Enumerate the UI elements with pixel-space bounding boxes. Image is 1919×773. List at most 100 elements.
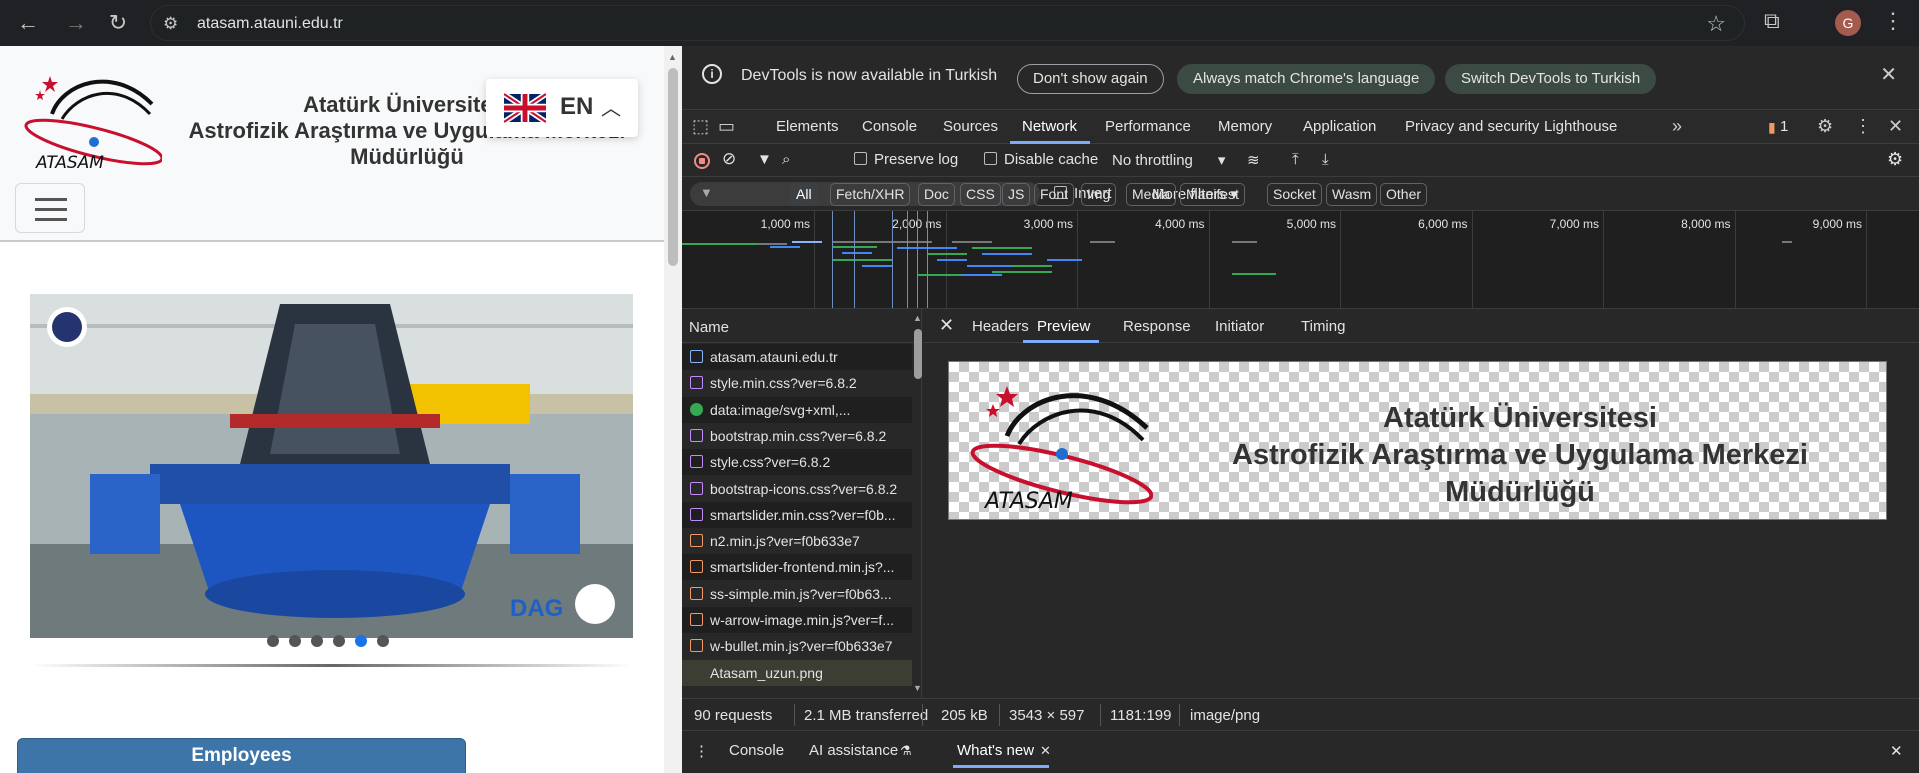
close-icon[interactable]: ✕ — [1880, 62, 1897, 87]
tab-application[interactable]: Application — [1303, 118, 1376, 135]
tab-headers[interactable]: Headers — [972, 318, 1029, 335]
slider-dot[interactable] — [333, 635, 345, 647]
tab-privacy-security[interactable]: Privacy and security — [1405, 118, 1539, 135]
filter-chip-fetchxhr[interactable]: Fetch/XHR — [830, 183, 911, 206]
filter-chip-socket[interactable]: Socket — [1267, 183, 1322, 206]
tab-initiator[interactable]: Initiator — [1215, 318, 1264, 335]
site-info-icon[interactable]: ⚙ — [163, 14, 178, 34]
always-match-language-button[interactable]: Always match Chrome's language — [1177, 64, 1436, 94]
request-row[interactable]: n2.min.js?ver=f0b633e7 — [682, 528, 912, 554]
chrome-menu-icon[interactable]: ⋮ — [1882, 8, 1904, 34]
request-row[interactable]: atasam.atauni.edu.tr — [682, 344, 912, 370]
tab-network[interactable]: Network — [1022, 118, 1077, 135]
address-bar[interactable]: ⚙ atasam.atauni.edu.tr ☆ — [150, 5, 1745, 41]
search-icon[interactable]: ⌕ — [782, 151, 790, 168]
slider-dots[interactable] — [267, 634, 399, 648]
filter-chip-other[interactable]: Other — [1380, 183, 1428, 206]
tab-response[interactable]: Response — [1123, 318, 1191, 335]
tab-sources[interactable]: Sources — [943, 118, 998, 135]
throttling-select[interactable]: No throttling ▾ — [1112, 151, 1225, 169]
url-text[interactable]: atasam.atauni.edu.tr — [197, 15, 343, 33]
tab-timing[interactable]: Timing — [1301, 318, 1345, 335]
export-har-icon[interactable]: ⤓ — [1322, 151, 1329, 168]
request-row[interactable]: w-arrow-image.min.js?ver=f... — [682, 607, 912, 633]
language-label[interactable]: EN — [560, 93, 593, 121]
scroll-thumb[interactable] — [668, 68, 678, 266]
settings-gear-icon[interactable]: ⚙ — [1817, 116, 1833, 137]
disable-cache-checkbox[interactable]: Disable cache — [984, 151, 1098, 168]
request-row[interactable]: Atasam_uzun.png — [682, 659, 912, 686]
network-settings-icon[interactable]: ⚙ — [1887, 149, 1903, 170]
filter-chip-all[interactable]: All — [790, 183, 818, 206]
tab-lighthouse[interactable]: Lighthouse — [1544, 118, 1617, 135]
issues-icon[interactable]: ▮ — [1768, 119, 1776, 136]
device-toolbar-icon[interactable]: ▭ — [718, 116, 735, 137]
request-row[interactable]: bootstrap-icons.css?ver=6.8.2 — [682, 476, 912, 502]
switch-to-turkish-button[interactable]: Switch DevTools to Turkish — [1445, 64, 1657, 94]
slider-dot[interactable] — [311, 635, 323, 647]
request-row[interactable]: ss-simple.min.js?ver=f0b63... — [682, 581, 912, 607]
filter-chip-doc[interactable]: Doc — [918, 183, 955, 206]
slider-dot[interactable] — [289, 635, 301, 647]
customize-menu-icon[interactable]: ⋮ — [1854, 116, 1872, 137]
dont-show-again-button[interactable]: Don't show again — [1017, 64, 1164, 94]
reload-icon[interactable]: ↻ — [102, 8, 134, 38]
request-row[interactable]: data:image/svg+xml,... — [682, 396, 912, 423]
tab-preview[interactable]: Preview — [1037, 318, 1090, 335]
scroll-thumb[interactable] — [914, 329, 922, 379]
forward-icon[interactable]: → — [60, 8, 92, 38]
filter-chip-img[interactable]: Img — [1081, 183, 1117, 206]
request-row[interactable]: smartslider.min.css?ver=f0b... — [682, 501, 912, 528]
back-icon[interactable]: ← — [12, 8, 44, 38]
language-switcher[interactable]: EN ︿ — [486, 79, 638, 137]
drawer-tab-console[interactable]: Console — [729, 742, 784, 759]
filter-chip-css[interactable]: CSS — [960, 183, 1001, 206]
filter-funnel-icon[interactable]: ▼ — [757, 151, 772, 168]
request-list-scrollbar[interactable]: ▲ ▼ — [912, 309, 922, 698]
filter-chip-wasm[interactable]: Wasm — [1326, 183, 1378, 206]
drawer-tab-whats-new[interactable]: What's new — [957, 742, 1034, 759]
clear-icon[interactable]: ⊘ — [722, 149, 736, 169]
slider-dot[interactable] — [355, 635, 367, 647]
image-slider[interactable]: DAG — [30, 294, 633, 638]
drawer-menu-icon[interactable]: ⋮ — [694, 742, 709, 760]
chevron-up-icon[interactable]: ︿ — [601, 92, 621, 121]
request-row[interactable]: style.css?ver=6.8.2 — [682, 449, 912, 476]
employees-tab[interactable]: Employees — [17, 738, 466, 773]
close-devtools-icon[interactable]: ✕ — [1888, 116, 1903, 137]
bookmark-star-icon[interactable]: ☆ — [1706, 11, 1726, 37]
close-drawer-icon[interactable]: ✕ — [1890, 742, 1903, 760]
scroll-up-icon[interactable]: ▲ — [913, 313, 922, 323]
hamburger-menu-button[interactable] — [15, 183, 85, 233]
inspect-element-icon[interactable]: ⬚ — [692, 116, 709, 137]
tab-performance[interactable]: Performance — [1105, 118, 1191, 135]
network-overview-timeline[interactable]: 1,000 ms2,000 ms3,000 ms4,000 ms5,000 ms… — [682, 211, 1919, 309]
tab-memory[interactable]: Memory — [1218, 118, 1272, 135]
more-tabs-icon[interactable]: » — [1672, 116, 1682, 137]
close-detail-icon[interactable]: ✕ — [939, 315, 954, 336]
filter-chip-media[interactable]: Media — [1126, 183, 1177, 206]
network-conditions-icon[interactable]: ≋ — [1247, 151, 1260, 169]
request-row[interactable]: smartslider-frontend.min.js?... — [682, 554, 912, 581]
issues-count[interactable]: 1 — [1780, 118, 1788, 135]
request-row[interactable]: bootstrap.min.css?ver=6.8.2 — [682, 423, 912, 449]
drawer-tab-ai-assistance[interactable]: AI assistance — [809, 742, 898, 759]
filter-chip-manifest[interactable]: Manifest — [1180, 183, 1245, 206]
slider-dot[interactable] — [377, 635, 389, 647]
tab-elements[interactable]: Elements — [776, 118, 839, 135]
filter-chip-js[interactable]: JS — [1002, 183, 1031, 206]
import-har-icon[interactable]: ⤒ — [1292, 151, 1299, 168]
scroll-up-icon[interactable]: ▲ — [668, 52, 677, 62]
slider-dot[interactable] — [267, 635, 279, 647]
preserve-log-checkbox[interactable]: Preserve log — [854, 151, 958, 168]
close-tab-icon[interactable]: ✕ — [1040, 743, 1051, 759]
request-row[interactable]: style.min.css?ver=6.8.2 — [682, 370, 912, 396]
scroll-down-icon[interactable]: ▼ — [913, 683, 922, 693]
filter-chip-font[interactable]: Font — [1034, 183, 1075, 206]
profile-avatar[interactable]: G — [1835, 10, 1861, 36]
page-scrollbar[interactable]: ▲ — [664, 46, 682, 773]
atasam-logo[interactable]: ATASAM — [22, 64, 162, 172]
record-stop-icon[interactable] — [694, 153, 710, 169]
tab-console[interactable]: Console — [862, 118, 917, 135]
request-row[interactable]: w-bullet.min.js?ver=f0b633e7 — [682, 633, 912, 659]
